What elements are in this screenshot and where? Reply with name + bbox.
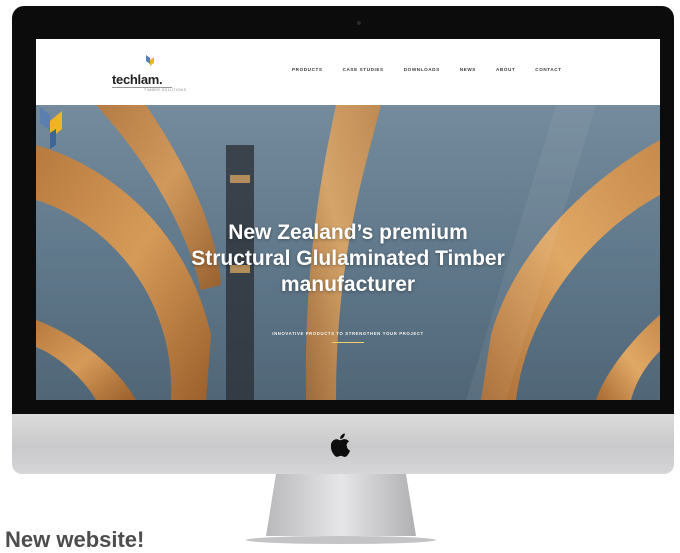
website-screen: techlam. timber solutions PRODUCTS CASE … — [36, 39, 660, 400]
apple-logo-icon — [331, 433, 350, 457]
brand-tagline: timber solutions — [144, 88, 187, 92]
nav-item-case-studies[interactable]: CASE STUDIES — [343, 67, 384, 72]
hero-title-line: New Zealand’s premium — [228, 221, 468, 244]
site-header: techlam. timber solutions PRODUCTS CASE … — [36, 39, 660, 105]
hero-subtitle-underline — [332, 342, 364, 343]
hero-title: New Zealand’s premium Structural Glulami… — [36, 220, 660, 298]
caption-text: New website! — [5, 527, 145, 552]
hero-subtitle: INNOVATIVE PRODUCTS TO STRENGTHEN YOUR P… — [272, 331, 424, 336]
brand-logo[interactable]: techlam. timber solutions — [112, 55, 192, 99]
nav-item-news[interactable]: NEWS — [460, 67, 476, 72]
monitor-bezel: techlam. timber solutions PRODUCTS CASE … — [12, 6, 674, 414]
main-nav: PRODUCTS CASE STUDIES DOWNLOADS NEWS ABO… — [292, 67, 562, 72]
hero-title-line: manufacturer — [280, 273, 416, 296]
logo-mark-icon — [146, 55, 154, 66]
hero-title-line: Structural Glulaminated Timber — [191, 247, 505, 270]
nav-item-downloads[interactable]: DOWNLOADS — [404, 67, 440, 72]
monitor-stand — [246, 474, 436, 544]
hero-logo-icon — [40, 107, 62, 149]
camera-dot — [357, 21, 361, 25]
monitor-chin — [12, 414, 674, 474]
imac-mockup: techlam. timber solutions PRODUCTS CASE … — [12, 6, 674, 474]
brand-name: techlam. — [112, 72, 163, 87]
nav-item-products[interactable]: PRODUCTS — [292, 67, 323, 72]
hero-section: New Zealand’s premium Structural Glulami… — [36, 105, 660, 400]
nav-item-about[interactable]: ABOUT — [496, 67, 515, 72]
nav-item-contact[interactable]: CONTACT — [535, 67, 561, 72]
